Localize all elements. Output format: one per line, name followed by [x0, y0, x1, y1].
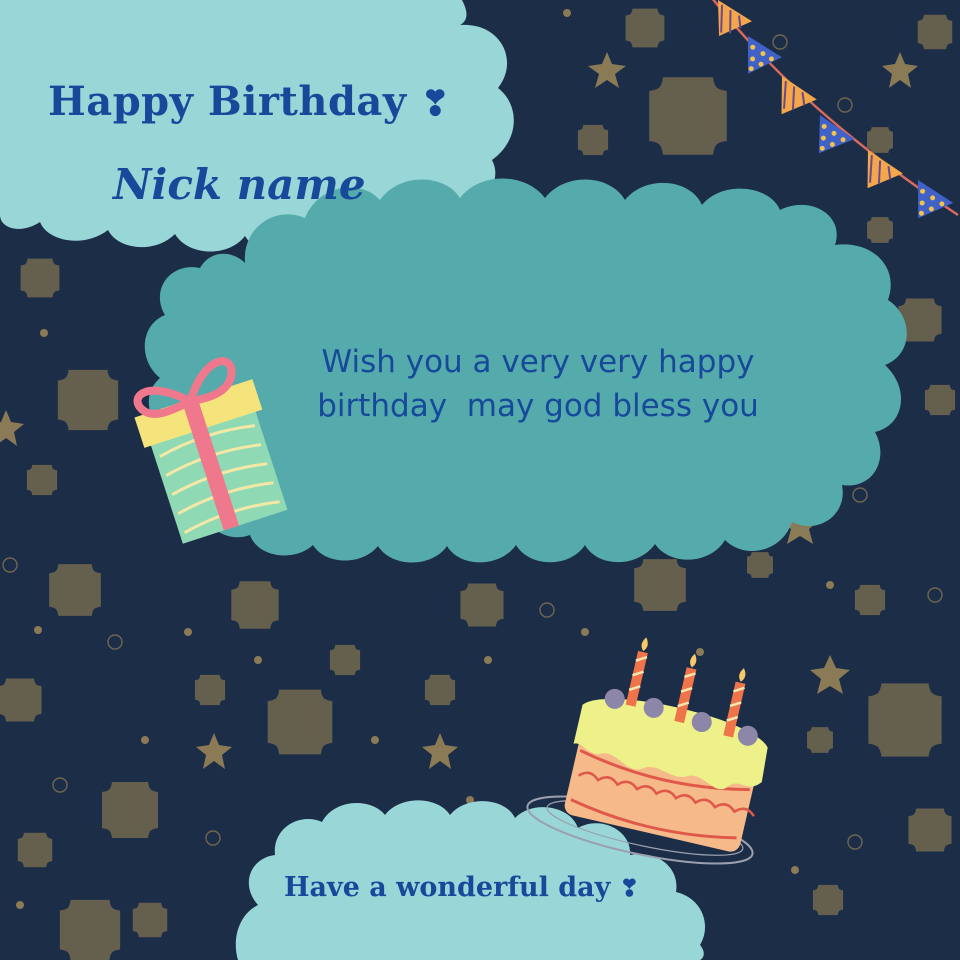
bunting-flag-1	[718, 0, 752, 37]
card-artwork	[0, 0, 960, 960]
footer-message: Have a wonderful day ❣	[284, 872, 639, 903]
bunting-flag-5	[867, 150, 903, 189]
bunting-flag-3	[781, 76, 817, 115]
bunting-flag-4	[818, 115, 855, 154]
birthday-message: Wish you a very very happy birthday may g…	[298, 340, 778, 428]
bunting-flag-6	[918, 180, 954, 219]
message-line-1: Wish you a very very happy	[321, 344, 755, 380]
birthday-card: Happy Birthday ❣ Nick name Wish you a ve…	[0, 0, 960, 960]
message-line-2: birthday may god bless you	[317, 388, 759, 424]
card-heading: Happy Birthday ❣	[48, 78, 450, 125]
heading-text: Happy Birthday	[48, 78, 407, 125]
heart-icon: ❣	[421, 84, 451, 124]
bunting-flag-2	[748, 36, 782, 74]
nickname: Nick name	[113, 160, 366, 209]
footer-text: Have a wonderful day	[284, 872, 611, 903]
heart-icon: ❣	[619, 875, 639, 902]
